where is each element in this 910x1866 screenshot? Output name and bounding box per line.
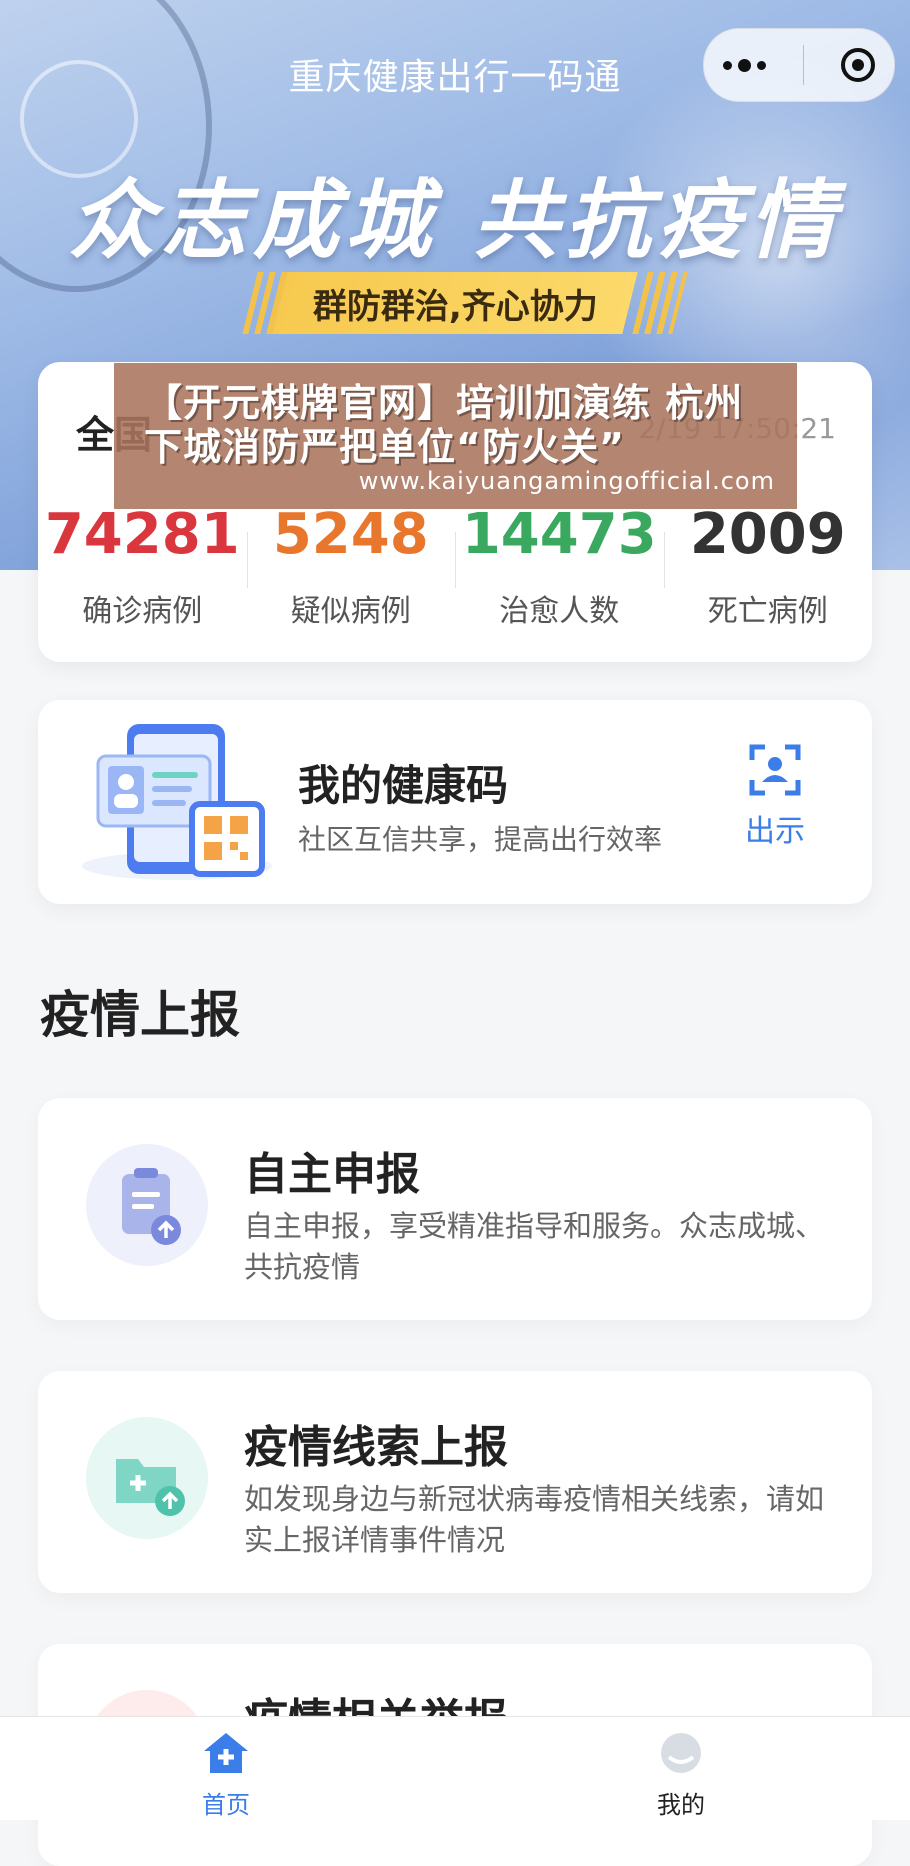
stat-label: 疑似病例 [290, 594, 411, 629]
stat-suspected: 5248 疑似病例 [246, 502, 456, 630]
report-card-desc: 如发现身边与新冠状病毒疫情相关线索，请如实上报详情事件情况 [244, 1482, 825, 1557]
face-scan-icon [749, 744, 801, 796]
stat-deaths: 2009 死亡病例 [663, 502, 873, 630]
health-code-subtitle: 社区互信共享，提高出行效率 [298, 823, 663, 856]
overlay-url: www.kaiyuangamingofficial.com [358, 467, 775, 495]
stats-row: 74281 确诊病例 5248 疑似病例 14473 治愈人数 2009 死亡病… [38, 502, 872, 630]
banner-tagline: 群防群治,齐心协力 [272, 272, 638, 334]
tab-home[interactable]: 首页 [166, 1731, 286, 1820]
health-code-card[interactable]: 我的健康码 社区互信共享，提高出行效率 出示 [38, 700, 872, 904]
report-card-title: 疫情线索上报 [244, 1422, 508, 1473]
home-icon [204, 1733, 248, 1773]
tab-label: 首页 [202, 1791, 250, 1819]
close-mini-program-icon[interactable] [841, 48, 876, 82]
show-code-label: 出示 [745, 814, 805, 849]
more-icon[interactable] [722, 58, 766, 72]
health-code-title: 我的健康码 [298, 761, 509, 810]
tab-mine[interactable]: 我的 [621, 1731, 741, 1820]
clipboard-upload-icon [86, 1144, 208, 1266]
stat-label: 治愈人数 [499, 594, 620, 629]
clue-report-card[interactable]: 疫情线索上报 如发现身边与新冠状病毒疫情相关线索，请如实上报详情事件情况 [38, 1371, 872, 1593]
profile-icon [661, 1733, 701, 1773]
stat-label: 死亡病例 [707, 594, 828, 629]
folder-plus-upload-icon [86, 1417, 208, 1539]
phone-id-card-illustration [82, 724, 272, 880]
report-card-title: 自主申报 [244, 1149, 420, 1200]
stat-value: 14473 [461, 502, 657, 567]
mini-program-capsule[interactable] [703, 28, 895, 102]
banner-slogan: 众志成城 共抗疫情 [69, 171, 841, 271]
stat-value: 74281 [44, 502, 240, 567]
tab-label: 我的 [657, 1791, 705, 1819]
stat-value: 2009 [689, 502, 846, 567]
self-report-card[interactable]: 自主申报 自主申报，享受精准指导和服务。众志成城、共抗疫情 [38, 1098, 872, 1320]
stat-value: 5248 [272, 502, 429, 567]
report-card-desc: 自主申报，享受精准指导和服务。众志成城、共抗疫情 [244, 1209, 825, 1284]
show-code-button[interactable]: 出示 [730, 744, 820, 850]
overlay-watermark: 【开元棋牌官网】培训加演练 杭州下城消防严把单位“防火关” www.kaiyua… [114, 363, 797, 509]
overlay-text: 【开元棋牌官网】培训加演练 杭州下城消防严把单位“防火关” [144, 381, 744, 469]
section-title-report: 疫情上报 [40, 986, 240, 1044]
stat-confirmed: 74281 确诊病例 [38, 502, 247, 630]
bottom-tab-bar: 首页 我的 [0, 1716, 910, 1820]
stat-label: 确诊病例 [82, 594, 203, 629]
stat-cured: 14473 治愈人数 [455, 502, 664, 630]
